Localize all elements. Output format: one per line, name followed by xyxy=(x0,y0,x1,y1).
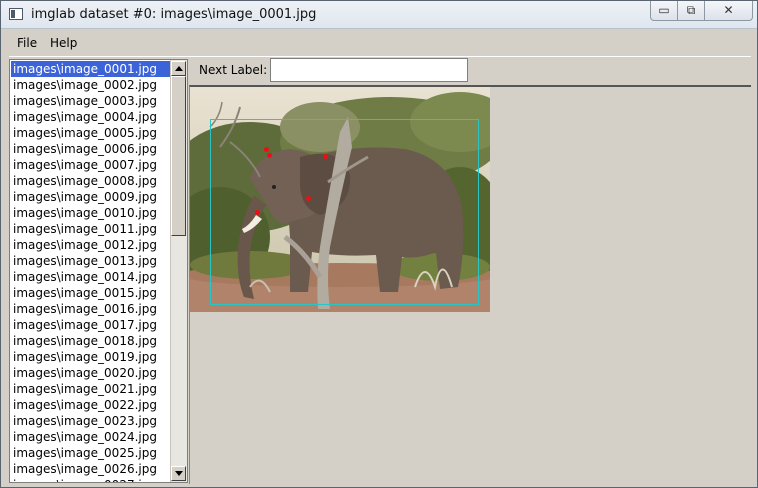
title-bar[interactable]: imglab dataset #0: images\image_0001.jpg… xyxy=(1,1,757,29)
close-button[interactable]: ✕ xyxy=(704,1,753,21)
menu-file[interactable]: File xyxy=(17,36,37,50)
list-item[interactable]: images\image_0012.jpg xyxy=(11,237,172,253)
list-item[interactable]: images\image_0023.jpg xyxy=(11,413,172,429)
part-marker[interactable] xyxy=(323,154,328,159)
list-item[interactable]: images\image_0008.jpg xyxy=(11,173,172,189)
list-item[interactable]: images\image_0009.jpg xyxy=(11,189,172,205)
window-app-icon xyxy=(9,8,23,20)
elephant-photo[interactable] xyxy=(190,87,490,312)
list-item[interactable]: images\image_0018.jpg xyxy=(11,333,172,349)
list-item[interactable]: images\image_0019.jpg xyxy=(11,349,172,365)
list-item[interactable]: images\image_0025.jpg xyxy=(11,445,172,461)
restore-icon: ⧉ xyxy=(686,3,696,17)
part-marker[interactable] xyxy=(306,196,311,201)
part-marker[interactable] xyxy=(267,153,272,158)
list-item[interactable]: images\image_0020.jpg xyxy=(11,365,172,381)
list-item[interactable]: images\image_0024.jpg xyxy=(11,429,172,445)
client-area: images\image_0001.jpg images\image_0002.j… xyxy=(9,56,751,486)
list-item[interactable]: images\image_0011.jpg xyxy=(11,221,172,237)
menu-help[interactable]: Help xyxy=(50,36,77,50)
scroll-down-arrow-icon[interactable] xyxy=(171,466,186,481)
scroll-up-arrow-icon[interactable] xyxy=(171,61,186,76)
list-item-selected[interactable]: images\image_0001.jpg xyxy=(11,61,172,77)
list-item[interactable]: images\image_0005.jpg xyxy=(11,125,172,141)
next-label-input[interactable] xyxy=(270,58,468,82)
list-scrollbar[interactable] xyxy=(170,60,187,482)
list-item[interactable]: images\image_0004.jpg xyxy=(11,109,172,125)
list-item[interactable]: images\image_0006.jpg xyxy=(11,141,172,157)
list-item[interactable]: images\image_0007.jpg xyxy=(11,157,172,173)
part-marker[interactable] xyxy=(264,147,269,152)
close-icon: ✕ xyxy=(723,3,734,17)
minimize-icon: ▭ xyxy=(658,3,670,17)
list-item[interactable]: images\image_0010.jpg xyxy=(11,205,172,221)
list-item[interactable]: images\image_0013.jpg xyxy=(11,253,172,269)
image-file-list-rows: images\image_0001.jpg images\image_0002.j… xyxy=(11,61,172,482)
image-canvas[interactable] xyxy=(189,85,751,484)
menu-bar: File Help xyxy=(9,33,751,53)
list-item[interactable]: images\image_0003.jpg xyxy=(11,93,172,109)
list-item[interactable]: images\image_0021.jpg xyxy=(11,381,172,397)
next-label-caption: Next Label: xyxy=(199,63,268,77)
list-item[interactable]: images\image_0027.jpg xyxy=(11,477,172,482)
maximize-button[interactable]: ⧉ xyxy=(677,1,705,21)
app-window: imglab dataset #0: images\image_0001.jpg… xyxy=(0,0,758,488)
minimize-button[interactable]: ▭ xyxy=(650,1,678,21)
scroll-thumb[interactable] xyxy=(171,76,186,236)
list-item[interactable]: images\image_0015.jpg xyxy=(11,285,172,301)
image-file-list[interactable]: images\image_0001.jpg images\image_0002.j… xyxy=(9,59,188,483)
list-item[interactable]: images\image_0017.jpg xyxy=(11,317,172,333)
list-item[interactable]: images\image_0002.jpg xyxy=(11,77,172,93)
label-toolbar: Next Label: xyxy=(190,57,751,85)
bounding-box[interactable] xyxy=(210,119,479,305)
list-item[interactable]: images\image_0026.jpg xyxy=(11,461,172,477)
list-item[interactable]: images\image_0016.jpg xyxy=(11,301,172,317)
list-item[interactable]: images\image_0014.jpg xyxy=(11,269,172,285)
window-title: imglab dataset #0: images\image_0001.jpg xyxy=(31,7,317,22)
list-item[interactable]: images\image_0022.jpg xyxy=(11,397,172,413)
part-marker[interactable] xyxy=(255,210,260,215)
